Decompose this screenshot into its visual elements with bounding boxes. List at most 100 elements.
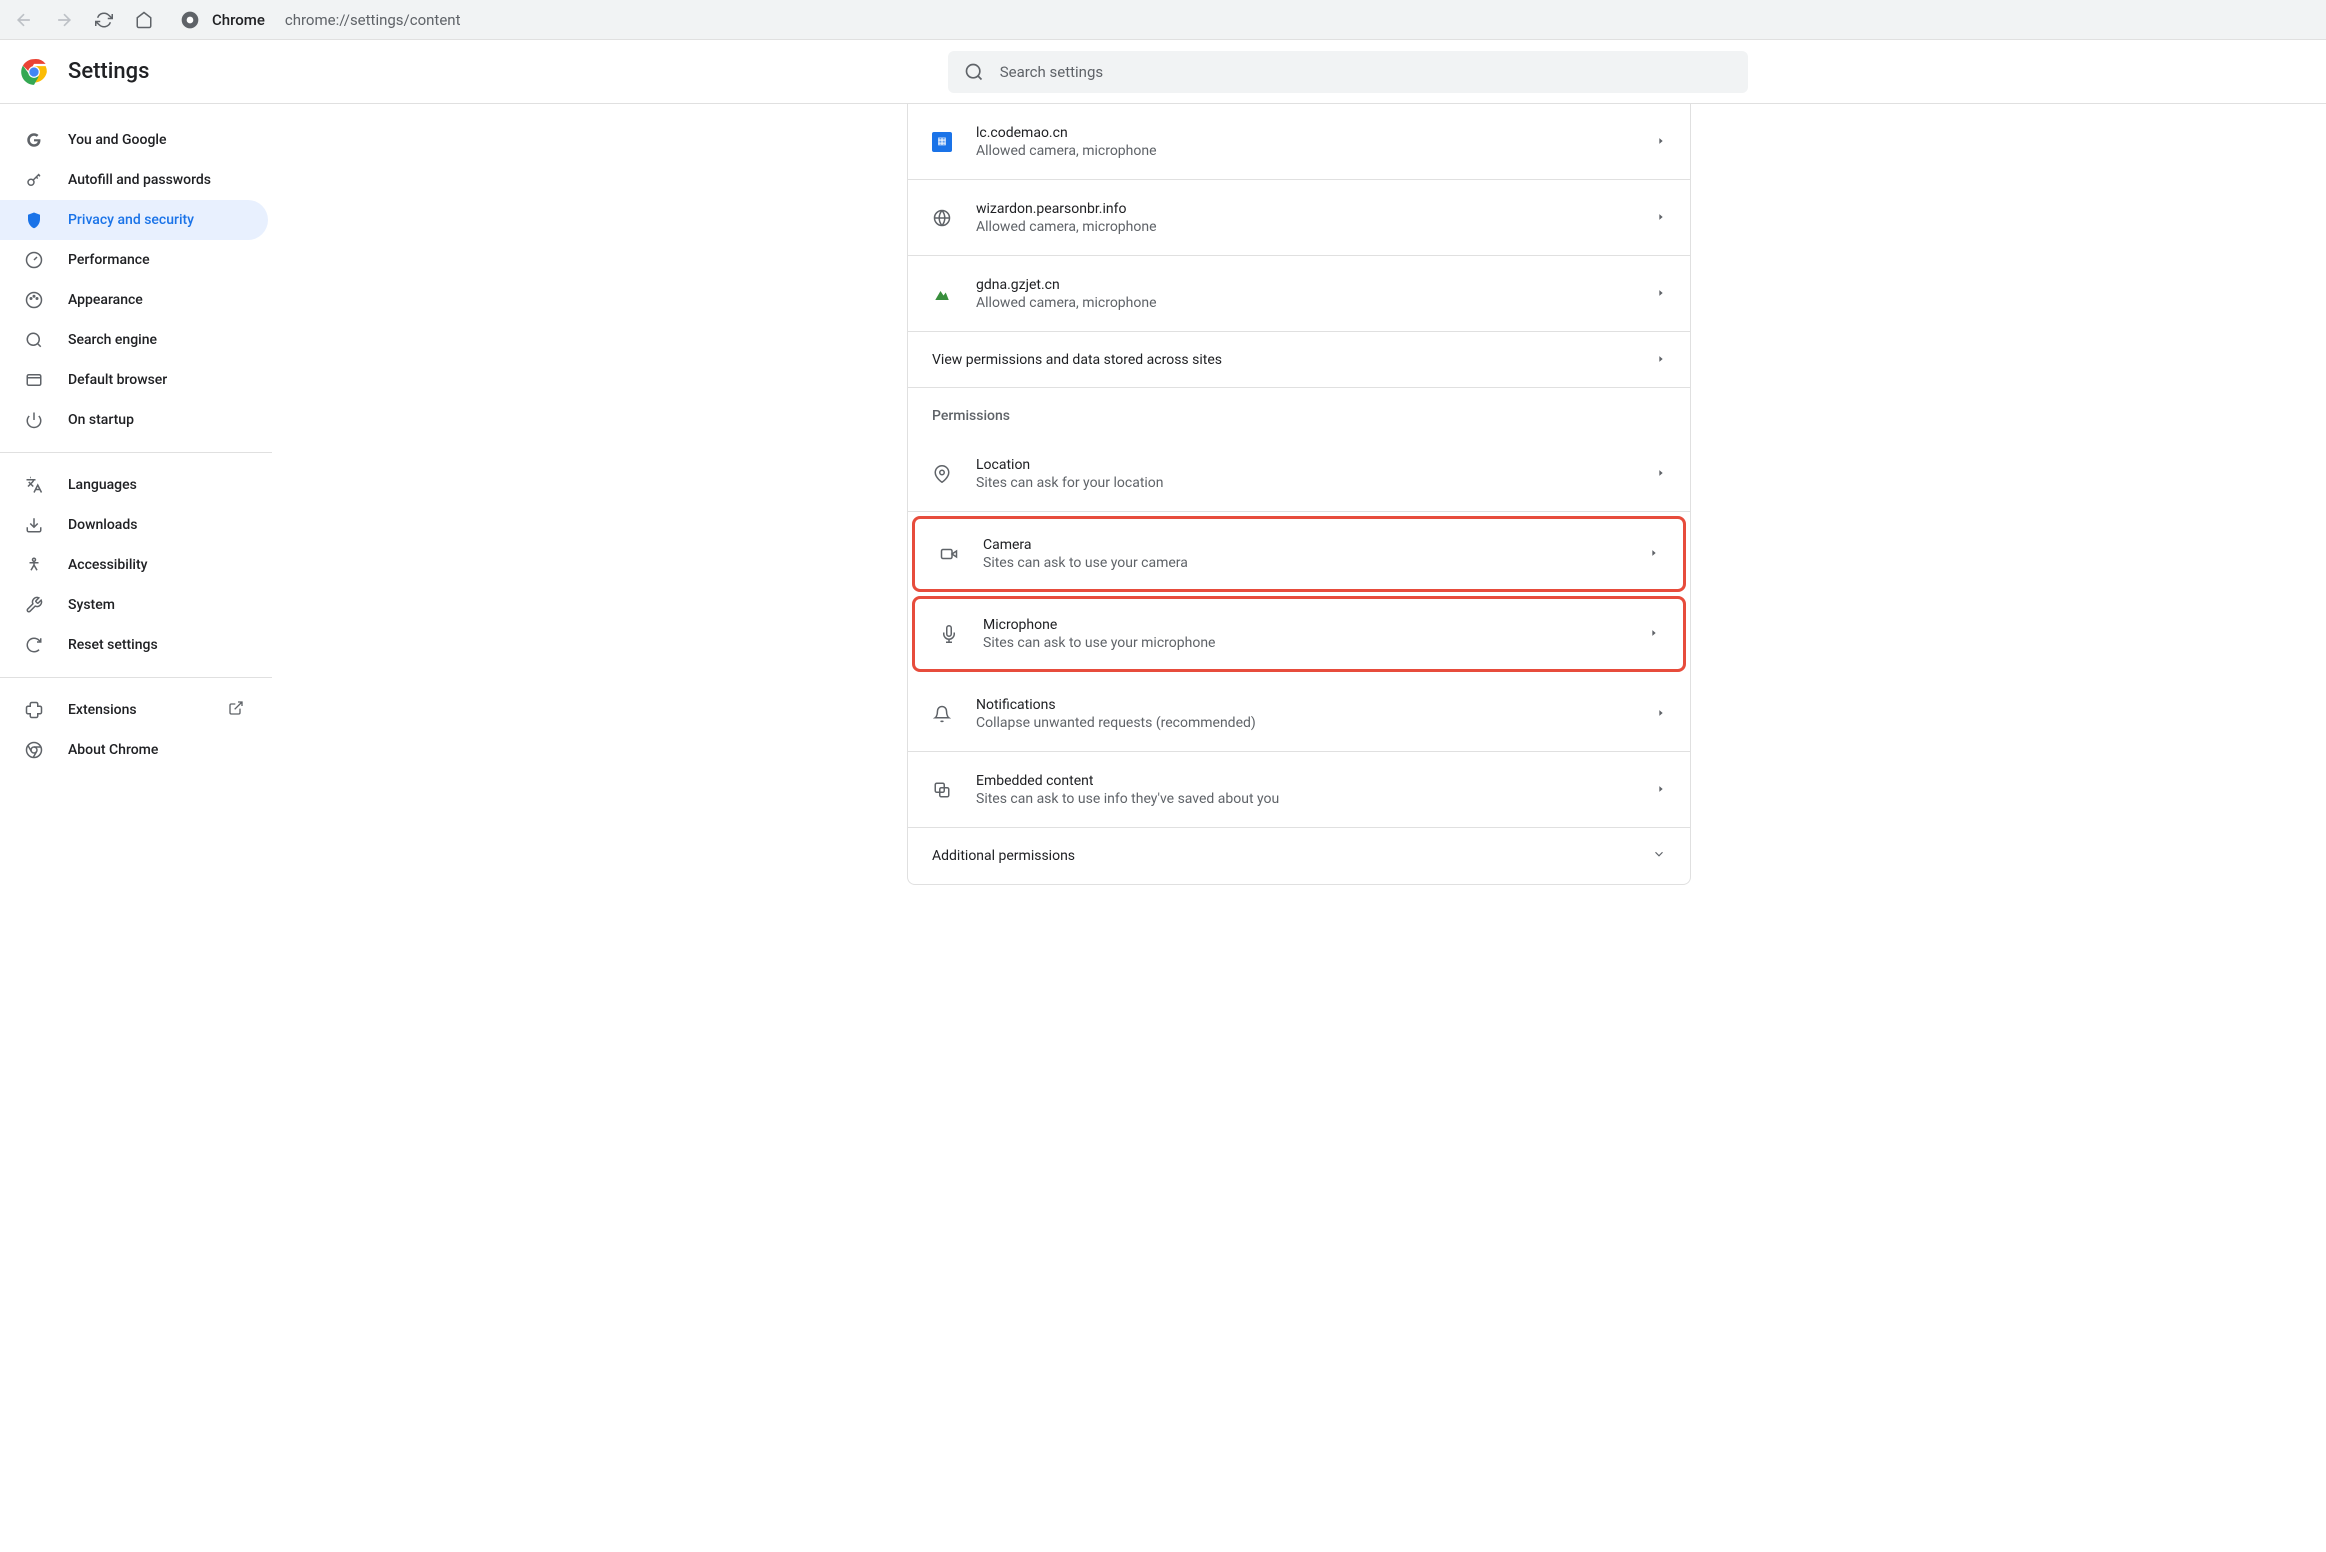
sidebar-item-you-and-google[interactable]: You and Google — [0, 120, 268, 160]
site-domain: lc.codemao.cn — [976, 125, 1632, 141]
key-icon — [24, 170, 44, 190]
site-status: Allowed camera, microphone — [976, 143, 1632, 159]
reload-button[interactable] — [88, 4, 120, 36]
chevron-right-icon — [1656, 782, 1666, 798]
permission-row-embedded[interactable]: Embedded content Sites can ask to use in… — [908, 752, 1690, 828]
chevron-right-icon — [1649, 626, 1659, 642]
permission-title: Microphone — [983, 617, 1625, 633]
external-link-icon — [228, 700, 244, 720]
permission-title: Camera — [983, 537, 1625, 553]
browser-icon — [24, 370, 44, 390]
site-row-wizardon[interactable]: wizardon.pearsonbr.info Allowed camera, … — [908, 180, 1690, 256]
site-domain: wizardon.pearsonbr.info — [976, 201, 1632, 217]
home-button[interactable] — [128, 4, 160, 36]
permission-subtitle: Collapse unwanted requests (recommended) — [976, 715, 1632, 731]
url-bar[interactable]: Chrome chrome://settings/content — [168, 10, 2318, 30]
sidebar-item-label: Downloads — [68, 517, 137, 533]
sidebar-item-privacy[interactable]: Privacy and security — [0, 200, 268, 240]
sidebar-item-autofill[interactable]: Autofill and passwords — [0, 160, 268, 200]
chrome-icon — [180, 10, 200, 30]
search-input[interactable] — [1000, 63, 1732, 81]
page-title: Settings — [68, 59, 149, 84]
sidebar: You and Google Autofill and passwords Pr… — [0, 104, 272, 885]
sidebar-item-label: Autofill and passwords — [68, 172, 211, 188]
permission-title: Notifications — [976, 697, 1632, 713]
search-box[interactable] — [948, 51, 1748, 93]
bell-icon — [932, 704, 952, 724]
sidebar-item-reset[interactable]: Reset settings — [0, 625, 268, 665]
permission-row-microphone[interactable]: Microphone Sites can ask to use your mic… — [912, 596, 1686, 672]
sidebar-item-label: Appearance — [68, 292, 143, 308]
sidebar-item-label: Performance — [68, 252, 150, 268]
sidebar-item-extensions[interactable]: Extensions — [0, 690, 268, 730]
location-icon — [932, 464, 952, 484]
sidebar-item-appearance[interactable]: Appearance — [0, 280, 268, 320]
sidebar-item-performance[interactable]: Performance — [0, 240, 268, 280]
sidebar-item-label: Search engine — [68, 332, 157, 348]
reset-icon — [24, 635, 44, 655]
chevron-right-icon — [1656, 134, 1666, 150]
site-row-codemao[interactable]: ▦ lc.codemao.cn Allowed camera, micropho… — [908, 104, 1690, 180]
permission-row-location[interactable]: Location Sites can ask for your location — [908, 436, 1690, 512]
permission-title: Location — [976, 457, 1632, 473]
permission-row-camera[interactable]: Camera Sites can ask to use your camera — [912, 516, 1686, 592]
speedometer-icon — [24, 250, 44, 270]
site-status: Allowed camera, microphone — [976, 295, 1632, 311]
chrome-outline-icon — [24, 740, 44, 760]
site-favicon-icon: ▦ — [932, 132, 952, 152]
sidebar-item-label: You and Google — [68, 132, 166, 148]
site-row-gdna[interactable]: gdna.gzjet.cn Allowed camera, microphone — [908, 256, 1690, 332]
chrome-logo-icon — [20, 58, 48, 86]
forward-button[interactable] — [48, 4, 80, 36]
sidebar-item-languages[interactable]: Languages — [0, 465, 268, 505]
search-icon — [964, 62, 984, 82]
site-domain: gdna.gzjet.cn — [976, 277, 1632, 293]
permission-title: Embedded content — [976, 773, 1632, 789]
permission-subtitle: Sites can ask to use info they've saved … — [976, 791, 1632, 807]
chevron-right-icon — [1656, 286, 1666, 302]
chevron-right-icon — [1656, 466, 1666, 482]
power-icon — [24, 410, 44, 430]
additional-permissions-label: Additional permissions — [932, 848, 1628, 864]
sidebar-item-label: Privacy and security — [68, 212, 194, 228]
sidebar-item-about[interactable]: About Chrome — [0, 730, 268, 770]
browser-label: Chrome — [212, 11, 265, 29]
additional-permissions-row[interactable]: Additional permissions — [908, 828, 1690, 884]
settings-header: Settings — [0, 40, 2326, 104]
palette-icon — [24, 290, 44, 310]
permission-subtitle: Sites can ask to use your microphone — [983, 635, 1625, 651]
chevron-down-icon — [1652, 847, 1666, 865]
sidebar-item-label: Languages — [68, 477, 137, 493]
chevron-right-icon — [1649, 546, 1659, 562]
mountain-icon — [932, 284, 952, 304]
camera-icon — [939, 544, 959, 564]
view-permissions-row[interactable]: View permissions and data stored across … — [908, 332, 1690, 388]
wrench-icon — [24, 595, 44, 615]
sidebar-item-on-startup[interactable]: On startup — [0, 400, 268, 440]
sidebar-item-search-engine[interactable]: Search engine — [0, 320, 268, 360]
sidebar-item-label: Accessibility — [68, 557, 147, 573]
extension-icon — [24, 700, 44, 720]
chevron-right-icon — [1656, 706, 1666, 722]
microphone-icon — [939, 624, 959, 644]
permissions-section-title: Permissions — [908, 388, 1690, 436]
sidebar-item-label: On startup — [68, 412, 134, 428]
sidebar-item-downloads[interactable]: Downloads — [0, 505, 268, 545]
permission-subtitle: Sites can ask for your location — [976, 475, 1632, 491]
content-card: ▦ lc.codemao.cn Allowed camera, micropho… — [907, 104, 1691, 885]
content-area: ▦ lc.codemao.cn Allowed camera, micropho… — [272, 104, 2326, 885]
site-status: Allowed camera, microphone — [976, 219, 1632, 235]
sidebar-item-default-browser[interactable]: Default browser — [0, 360, 268, 400]
sidebar-item-label: About Chrome — [68, 742, 158, 758]
sidebar-item-label: System — [68, 597, 115, 613]
shield-icon — [24, 210, 44, 230]
google-g-icon — [24, 130, 44, 150]
back-button[interactable] — [8, 4, 40, 36]
permission-row-notifications[interactable]: Notifications Collapse unwanted requests… — [908, 676, 1690, 752]
sidebar-item-system[interactable]: System — [0, 585, 268, 625]
globe-icon — [932, 208, 952, 228]
download-icon — [24, 515, 44, 535]
translate-icon — [24, 475, 44, 495]
accessibility-icon — [24, 555, 44, 575]
sidebar-item-accessibility[interactable]: Accessibility — [0, 545, 268, 585]
